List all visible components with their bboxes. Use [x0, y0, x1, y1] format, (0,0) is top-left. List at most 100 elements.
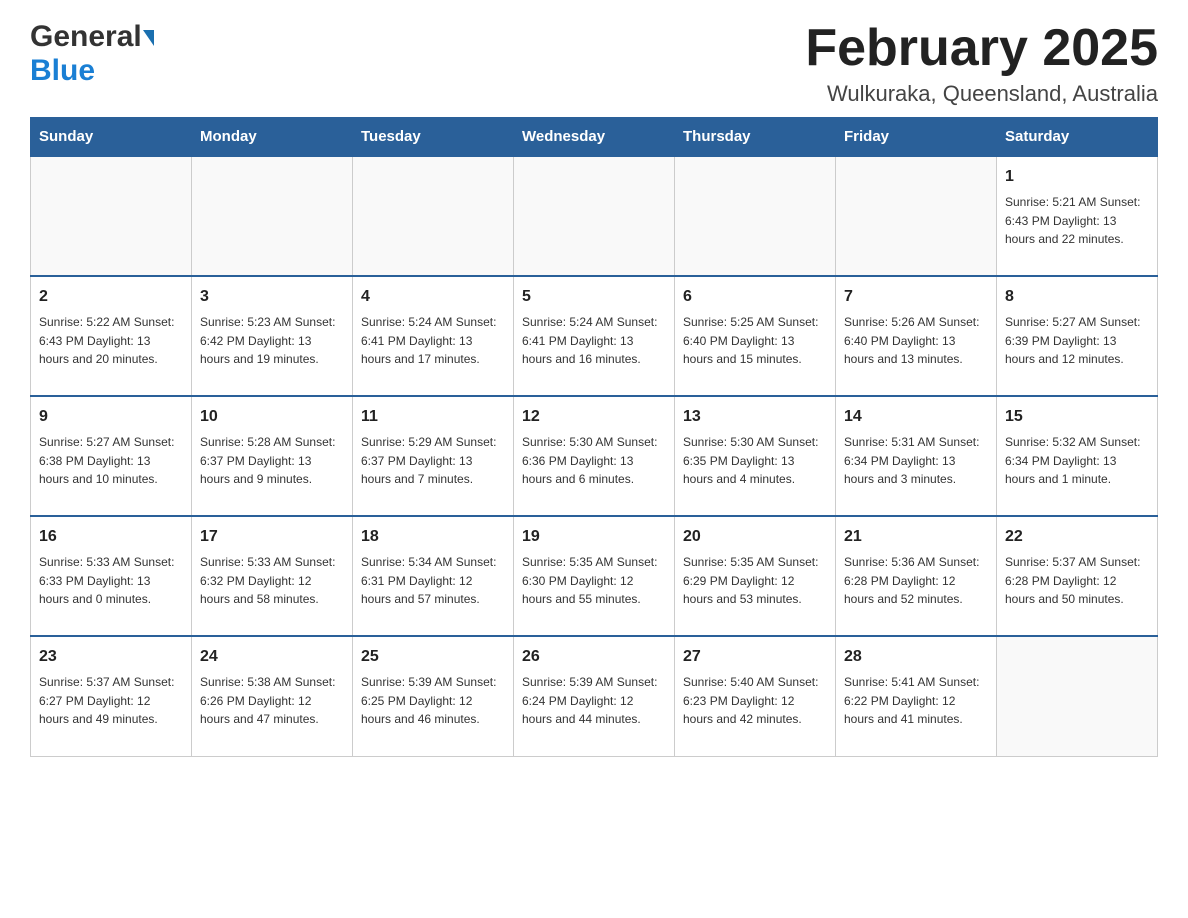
day-number: 17	[200, 525, 344, 549]
day-info: Sunrise: 5:38 AM Sunset: 6:26 PM Dayligh…	[200, 673, 344, 729]
day-info: Sunrise: 5:27 AM Sunset: 6:38 PM Dayligh…	[39, 433, 183, 489]
day-number: 21	[844, 525, 988, 549]
day-info: Sunrise: 5:32 AM Sunset: 6:34 PM Dayligh…	[1005, 433, 1149, 489]
calendar-empty-cell	[353, 156, 514, 276]
calendar-day-17: 17 Sunrise: 5:33 AM Sunset: 6:32 PM Dayli…	[192, 516, 353, 636]
day-info: Sunrise: 5:22 AM Sunset: 6:43 PM Dayligh…	[39, 313, 183, 369]
month-title: February 2025	[805, 20, 1158, 77]
calendar-day-5: 5 Sunrise: 5:24 AM Sunset: 6:41 PM Daylig…	[514, 276, 675, 396]
day-number: 15	[1005, 405, 1149, 429]
location-subtitle: Wulkuraka, Queensland, Australia	[805, 81, 1158, 107]
calendar-day-14: 14 Sunrise: 5:31 AM Sunset: 6:34 PM Dayli…	[836, 396, 997, 516]
day-info: Sunrise: 5:25 AM Sunset: 6:40 PM Dayligh…	[683, 313, 827, 369]
day-number: 22	[1005, 525, 1149, 549]
calendar-week-row: 23 Sunrise: 5:37 AM Sunset: 6:27 PM Dayli…	[31, 636, 1158, 756]
day-info: Sunrise: 5:30 AM Sunset: 6:36 PM Dayligh…	[522, 433, 666, 489]
day-info: Sunrise: 5:39 AM Sunset: 6:24 PM Dayligh…	[522, 673, 666, 729]
calendar-day-22: 22 Sunrise: 5:37 AM Sunset: 6:28 PM Dayli…	[997, 516, 1158, 636]
day-number: 7	[844, 285, 988, 309]
calendar-week-row: 1Sunrise: 5:21 AM Sunset: 6:43 PM Daylig…	[31, 156, 1158, 276]
calendar-weekday-tuesday: Tuesday	[353, 118, 514, 157]
logo-arrow-icon	[143, 30, 154, 46]
day-info: Sunrise: 5:30 AM Sunset: 6:35 PM Dayligh…	[683, 433, 827, 489]
day-info: Sunrise: 5:24 AM Sunset: 6:41 PM Dayligh…	[522, 313, 666, 369]
calendar-weekday-wednesday: Wednesday	[514, 118, 675, 157]
title-section: February 2025 Wulkuraka, Queensland, Aus…	[805, 20, 1158, 107]
day-number: 2	[39, 285, 183, 309]
day-number: 16	[39, 525, 183, 549]
day-number: 5	[522, 285, 666, 309]
calendar-day-4: 4Sunrise: 5:24 AM Sunset: 6:41 PM Daylig…	[353, 276, 514, 396]
day-info: Sunrise: 5:39 AM Sunset: 6:25 PM Dayligh…	[361, 673, 505, 729]
calendar-day-19: 19 Sunrise: 5:35 AM Sunset: 6:30 PM Dayli…	[514, 516, 675, 636]
day-info: Sunrise: 5:40 AM Sunset: 6:23 PM Dayligh…	[683, 673, 827, 729]
calendar-day-1: 1Sunrise: 5:21 AM Sunset: 6:43 PM Daylig…	[997, 156, 1158, 276]
day-number: 9	[39, 405, 183, 429]
day-info: Sunrise: 5:31 AM Sunset: 6:34 PM Dayligh…	[844, 433, 988, 489]
calendar-day-7: 7 Sunrise: 5:26 AM Sunset: 6:40 PM Daylig…	[836, 276, 997, 396]
logo: General Blue	[30, 20, 154, 88]
calendar-header-row: SundayMondayTuesdayWednesdayThursdayFrid…	[31, 118, 1158, 157]
calendar-empty-cell	[192, 156, 353, 276]
calendar-weekday-sunday: Sunday	[31, 118, 192, 157]
calendar-weekday-monday: Monday	[192, 118, 353, 157]
day-info: Sunrise: 5:41 AM Sunset: 6:22 PM Dayligh…	[844, 673, 988, 729]
calendar-day-3: 3 Sunrise: 5:23 AM Sunset: 6:42 PM Daylig…	[192, 276, 353, 396]
day-info: Sunrise: 5:37 AM Sunset: 6:27 PM Dayligh…	[39, 673, 183, 729]
day-info: Sunrise: 5:23 AM Sunset: 6:42 PM Dayligh…	[200, 313, 344, 369]
calendar-week-row: 16 Sunrise: 5:33 AM Sunset: 6:33 PM Dayli…	[31, 516, 1158, 636]
day-info: Sunrise: 5:28 AM Sunset: 6:37 PM Dayligh…	[200, 433, 344, 489]
calendar-day-18: 18 Sunrise: 5:34 AM Sunset: 6:31 PM Dayli…	[353, 516, 514, 636]
day-info: Sunrise: 5:35 AM Sunset: 6:29 PM Dayligh…	[683, 553, 827, 609]
day-info: Sunrise: 5:35 AM Sunset: 6:30 PM Dayligh…	[522, 553, 666, 609]
day-info: Sunrise: 5:26 AM Sunset: 6:40 PM Dayligh…	[844, 313, 988, 369]
calendar-empty-cell	[997, 636, 1158, 756]
day-info: Sunrise: 5:29 AM Sunset: 6:37 PM Dayligh…	[361, 433, 505, 489]
calendar-day-16: 16 Sunrise: 5:33 AM Sunset: 6:33 PM Dayli…	[31, 516, 192, 636]
page-header: General Blue February 2025 Wulkuraka, Qu…	[30, 20, 1158, 107]
calendar-weekday-saturday: Saturday	[997, 118, 1158, 157]
calendar-day-24: 24 Sunrise: 5:38 AM Sunset: 6:26 PM Dayli…	[192, 636, 353, 756]
day-number: 8	[1005, 285, 1149, 309]
day-info: Sunrise: 5:33 AM Sunset: 6:33 PM Dayligh…	[39, 553, 183, 609]
day-number: 13	[683, 405, 827, 429]
calendar-day-20: 20 Sunrise: 5:35 AM Sunset: 6:29 PM Dayli…	[675, 516, 836, 636]
day-number: 28	[844, 645, 988, 669]
calendar-day-13: 13 Sunrise: 5:30 AM Sunset: 6:35 PM Dayli…	[675, 396, 836, 516]
calendar-day-28: 28 Sunrise: 5:41 AM Sunset: 6:22 PM Dayli…	[836, 636, 997, 756]
day-info: Sunrise: 5:21 AM Sunset: 6:43 PM Dayligh…	[1005, 193, 1149, 249]
day-number: 26	[522, 645, 666, 669]
day-info: Sunrise: 5:33 AM Sunset: 6:32 PM Dayligh…	[200, 553, 344, 609]
day-info: Sunrise: 5:24 AM Sunset: 6:41 PM Dayligh…	[361, 313, 505, 369]
day-number: 12	[522, 405, 666, 429]
day-number: 25	[361, 645, 505, 669]
day-info: Sunrise: 5:37 AM Sunset: 6:28 PM Dayligh…	[1005, 553, 1149, 609]
calendar-day-6: 6Sunrise: 5:25 AM Sunset: 6:40 PM Daylig…	[675, 276, 836, 396]
calendar-day-21: 21Sunrise: 5:36 AM Sunset: 6:28 PM Dayli…	[836, 516, 997, 636]
day-number: 14	[844, 405, 988, 429]
day-number: 3	[200, 285, 344, 309]
day-number: 27	[683, 645, 827, 669]
calendar-empty-cell	[514, 156, 675, 276]
calendar-day-12: 12 Sunrise: 5:30 AM Sunset: 6:36 PM Dayli…	[514, 396, 675, 516]
calendar-day-26: 26 Sunrise: 5:39 AM Sunset: 6:24 PM Dayli…	[514, 636, 675, 756]
calendar-day-9: 9 Sunrise: 5:27 AM Sunset: 6:38 PM Daylig…	[31, 396, 192, 516]
calendar-day-27: 27 Sunrise: 5:40 AM Sunset: 6:23 PM Dayli…	[675, 636, 836, 756]
calendar-day-10: 10Sunrise: 5:28 AM Sunset: 6:37 PM Dayli…	[192, 396, 353, 516]
logo-blue-text: Blue	[30, 54, 95, 88]
day-number: 24	[200, 645, 344, 669]
calendar-weekday-thursday: Thursday	[675, 118, 836, 157]
day-number: 23	[39, 645, 183, 669]
day-number: 11	[361, 405, 505, 429]
calendar-weekday-friday: Friday	[836, 118, 997, 157]
calendar-day-23: 23 Sunrise: 5:37 AM Sunset: 6:27 PM Dayli…	[31, 636, 192, 756]
calendar-empty-cell	[31, 156, 192, 276]
day-number: 20	[683, 525, 827, 549]
calendar-empty-cell	[836, 156, 997, 276]
calendar-day-25: 25 Sunrise: 5:39 AM Sunset: 6:25 PM Dayli…	[353, 636, 514, 756]
calendar-empty-cell	[675, 156, 836, 276]
calendar-day-2: 2 Sunrise: 5:22 AM Sunset: 6:43 PM Daylig…	[31, 276, 192, 396]
day-info: Sunrise: 5:34 AM Sunset: 6:31 PM Dayligh…	[361, 553, 505, 609]
day-number: 18	[361, 525, 505, 549]
day-number: 19	[522, 525, 666, 549]
